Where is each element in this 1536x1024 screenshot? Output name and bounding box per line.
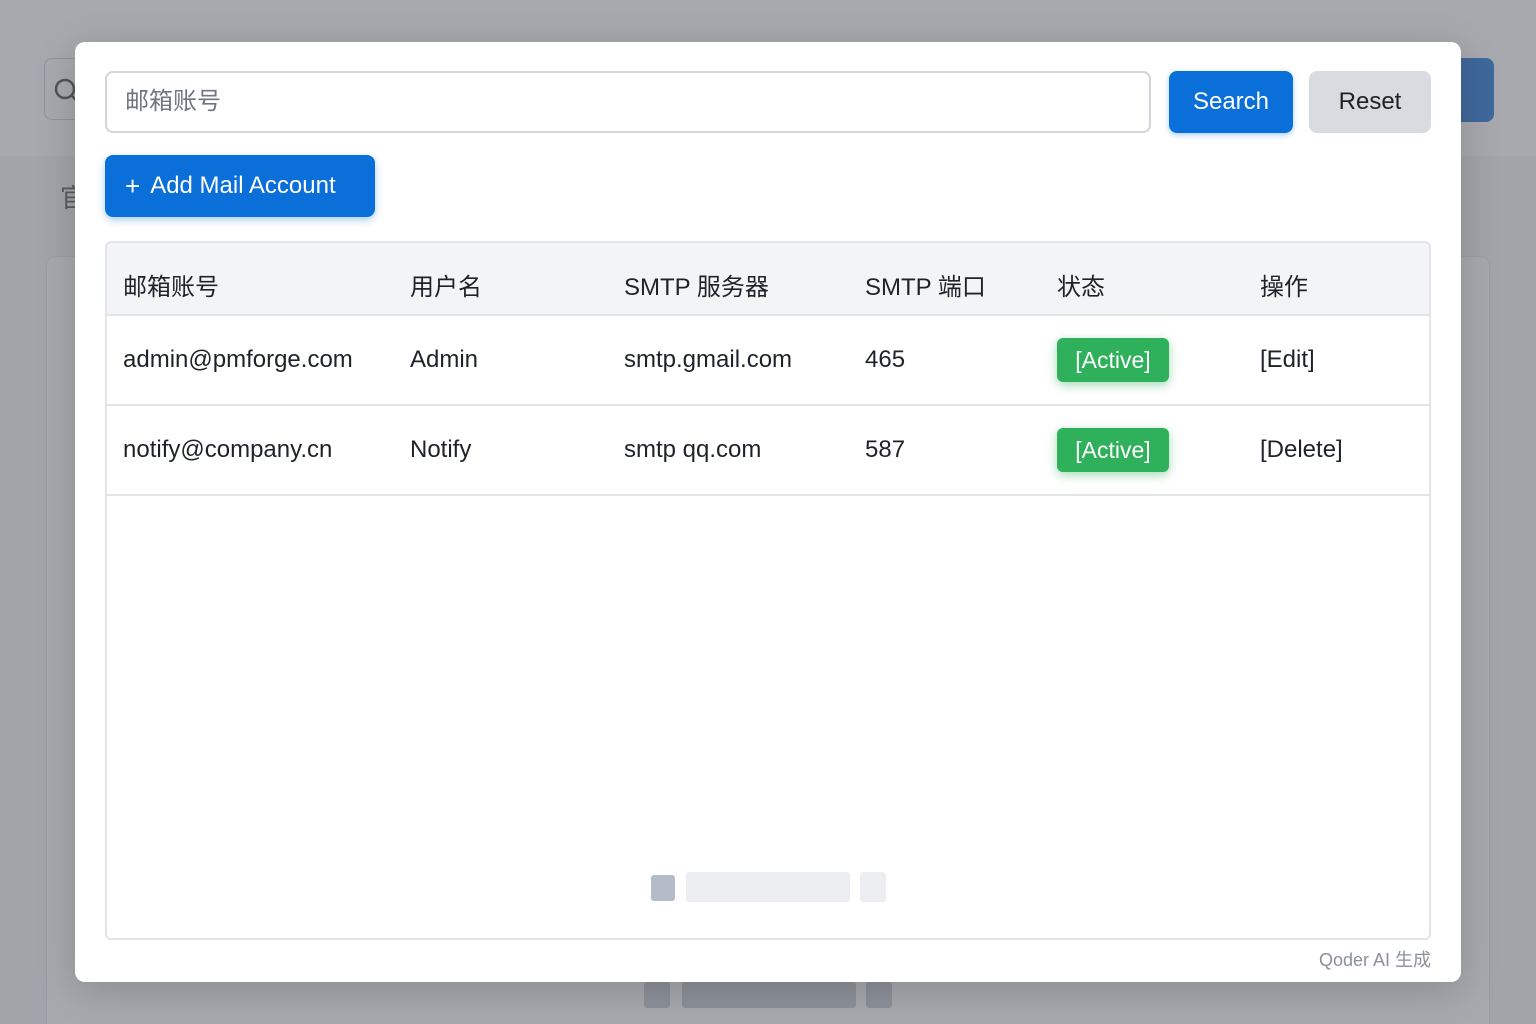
plus-icon: + [125, 171, 141, 201]
table-row: admin@pmforge.com Admin smtp.gmail.com 4… [107, 316, 1429, 406]
cell-username: Admin [410, 346, 479, 373]
mail-account-table: 邮箱账号 用户名 SMTP 服务器 SMTP 端口 状态 操作 admin@pm… [105, 241, 1431, 940]
status-badge: [Active] [1057, 338, 1169, 382]
edit-link[interactable]: [Edit] [1260, 346, 1315, 374]
cell-smtp-server: smtp.gmail.com [624, 346, 793, 373]
cell-username: Notify [410, 436, 472, 463]
table-header: 邮箱账号 用户名 SMTP 服务器 SMTP 端口 状态 操作 [107, 243, 1429, 316]
cell-email: admin@pmforge.com [123, 346, 353, 373]
delete-link[interactable]: [Delete] [1260, 436, 1343, 464]
header-status: 状态 [1057, 274, 1105, 301]
add-mail-account-button[interactable]: + Add Mail Account [105, 155, 375, 217]
header-smtp-port: SMTP 端口 [865, 274, 986, 301]
add-mail-account-label: Add Mail Account [150, 172, 336, 199]
search-button[interactable]: Search [1169, 71, 1293, 133]
header-username: 用户名 [410, 274, 482, 301]
mail-account-modal: Search Reset + Add Mail Account 邮箱账号 用户名… [75, 42, 1461, 982]
cell-smtp-server: smtp qq.com [624, 436, 762, 463]
email-search-input[interactable] [105, 71, 1151, 133]
cell-email: notify@company.cn [123, 436, 333, 463]
header-actions: 操作 [1260, 274, 1308, 301]
header-email: 邮箱账号 [123, 274, 219, 301]
pagination-next[interactable] [860, 872, 886, 902]
header-smtp-server: SMTP 服务器 [624, 274, 769, 301]
reset-button[interactable]: Reset [1309, 71, 1431, 133]
watermark-text: Qoder AI 生成 [1318, 950, 1431, 970]
pagination-current-page[interactable] [651, 875, 675, 901]
cell-smtp-port: 587 [865, 436, 906, 463]
status-badge: [Active] [1057, 428, 1169, 472]
cell-smtp-port: 465 [865, 346, 906, 373]
pagination-page-list[interactable] [686, 872, 850, 902]
table-row: notify@company.cn Notify smtp qq.com 587… [107, 406, 1429, 496]
